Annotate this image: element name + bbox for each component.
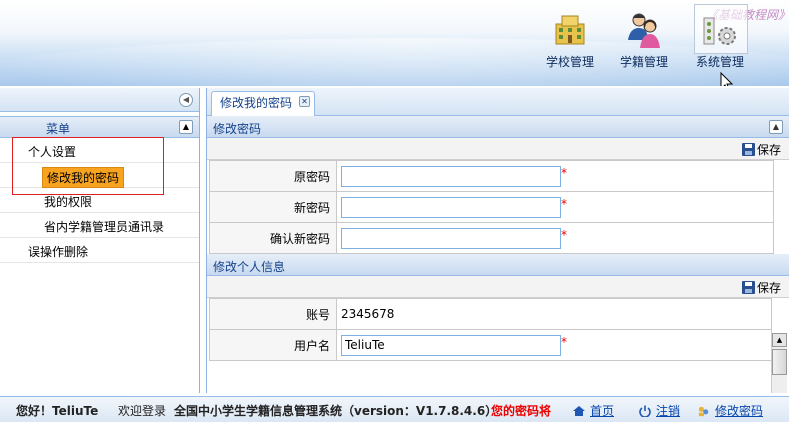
main-panel: 修改我的密码 ✕ 修改密码 ▲ 保存 原密码 * 新密码 * 确认新密码 * 修… <box>206 88 789 393</box>
sidebar: ◀ 菜单 ▲ 个人设置 修改我的密码 我的权限 省内学籍管理员通讯录 误操作删除 <box>0 88 200 393</box>
form-row-new-password: 新密码 * <box>209 191 774 223</box>
confirm-password-label: 确认新密码 <box>209 222 337 254</box>
tab-label: 修改我的密码 <box>220 96 293 110</box>
save-icon <box>741 281 755 294</box>
save-icon <box>741 143 755 156</box>
mouse-cursor-icon <box>720 72 734 86</box>
form-row-username: 用户名 * <box>209 329 772 361</box>
system-name-text: 全国中小学生学籍信息管理系统（version：V1.7.8.4.6） <box>174 404 498 418</box>
welcome-text: 欢迎登录 <box>118 404 167 418</box>
sidebar-item-label: 省内学籍管理员通讯录 <box>44 220 165 234</box>
username-input[interactable] <box>341 334 561 356</box>
collapse-menu-icon[interactable]: ▲ <box>179 120 193 134</box>
sidebar-item-label: 我的权限 <box>44 195 93 209</box>
info-section-title: 修改个人信息 <box>213 260 286 274</box>
info-toolbar: 保存 <box>207 276 789 298</box>
required-mark: * <box>561 334 567 349</box>
sidebar-item-label: 修改我的密码 <box>42 167 125 188</box>
sidebar-item-change-password[interactable]: 修改我的密码 <box>0 163 199 188</box>
school-building-icon <box>550 10 590 50</box>
scroll-up-icon[interactable]: ▲ <box>772 333 787 347</box>
scroll-thumb[interactable] <box>772 349 787 375</box>
password-section-title: 修改密码 <box>213 122 262 136</box>
change-password-link[interactable]: 修改密码 <box>697 402 763 419</box>
menu-header[interactable]: 菜单 ▲ <box>0 116 199 138</box>
new-password-input[interactable] <box>341 196 561 218</box>
confirm-password-input[interactable] <box>341 227 561 249</box>
required-mark: * <box>561 165 567 180</box>
home-link[interactable]: 首页 <box>572 402 614 419</box>
username-label: 用户名 <box>209 329 337 361</box>
nav-student-label: 学籍管理 <box>620 55 669 69</box>
password-section-header: 修改密码 ▲ <box>207 116 789 138</box>
sidebar-top-bar: ◀ <box>0 88 199 112</box>
status-bar: 您好！TeliuTe 欢迎登录 全国中小学生学籍信息管理系统（version：V… <box>0 396 789 422</box>
app-header: 《基础教程网》 学校管理 <box>0 0 789 86</box>
tab-change-password[interactable]: 修改我的密码 ✕ <box>211 91 316 116</box>
form-row-confirm-password: 确认新密码 * <box>209 222 774 254</box>
new-password-label: 新密码 <box>209 191 337 223</box>
save-label: 保存 <box>756 281 781 295</box>
sidebar-item-my-permissions[interactable]: 我的权限 <box>0 188 199 213</box>
home-link-label: 首页 <box>590 404 615 418</box>
change-password-link-label: 修改密码 <box>715 404 764 418</box>
account-label: 账号 <box>209 298 337 330</box>
info-section-header: 修改个人信息 <box>207 254 789 276</box>
close-tab-icon[interactable]: ✕ <box>299 96 311 107</box>
nav-system-label: 系统管理 <box>696 55 745 69</box>
nav-student-management[interactable]: 学籍管理 <box>620 10 668 70</box>
password-form: 原密码 * 新密码 * 确认新密码 * <box>209 160 774 254</box>
required-mark: * <box>561 196 567 211</box>
header-wave <box>0 38 789 86</box>
save-label: 保存 <box>756 143 781 157</box>
power-icon <box>639 405 651 417</box>
nav-school-label: 学校管理 <box>546 55 595 69</box>
info-form: 账号 2345678 用户名 * <box>209 298 772 361</box>
tab-bar: 修改我的密码 ✕ <box>207 88 789 116</box>
sidebar-item-label: 误操作删除 <box>28 245 89 259</box>
account-value: 2345678 <box>336 298 772 330</box>
home-icon <box>573 405 585 416</box>
sidebar-item-personal-settings[interactable]: 个人设置 <box>0 138 199 163</box>
old-password-input[interactable] <box>341 165 561 187</box>
logout-link-label: 注销 <box>656 404 681 418</box>
vertical-scrollbar[interactable]: ▲ <box>771 333 787 393</box>
nav-school-management[interactable]: 学校管理 <box>546 10 594 70</box>
save-info-button[interactable]: 保存 <box>741 279 781 296</box>
sidebar-item-label: 个人设置 <box>28 145 77 159</box>
required-mark: * <box>561 227 567 242</box>
collapse-sidebar-icon[interactable]: ◀ <box>179 93 193 107</box>
menu-title: 菜单 <box>46 122 71 136</box>
password-warning-text: 您的密码将 <box>491 404 552 418</box>
key-users-icon <box>698 406 709 416</box>
old-password-label: 原密码 <box>209 160 337 192</box>
greeting-text: 您好！TeliuTe <box>16 404 99 418</box>
sidebar-item-undo-delete[interactable]: 误操作删除 <box>0 238 199 263</box>
collapse-section-icon[interactable]: ▲ <box>769 120 783 134</box>
form-row-account: 账号 2345678 <box>209 298 772 330</box>
logout-link[interactable]: 注销 <box>638 402 680 419</box>
nav-system-management[interactable]: 系统管理 <box>694 4 748 70</box>
save-password-button[interactable]: 保存 <box>741 141 781 158</box>
password-toolbar: 保存 <box>207 138 789 160</box>
users-icon <box>624 10 664 50</box>
system-settings-icon <box>700 10 740 50</box>
form-row-old-password: 原密码 * <box>209 160 774 192</box>
sidebar-item-admin-contacts[interactable]: 省内学籍管理员通讯录 <box>0 213 199 238</box>
